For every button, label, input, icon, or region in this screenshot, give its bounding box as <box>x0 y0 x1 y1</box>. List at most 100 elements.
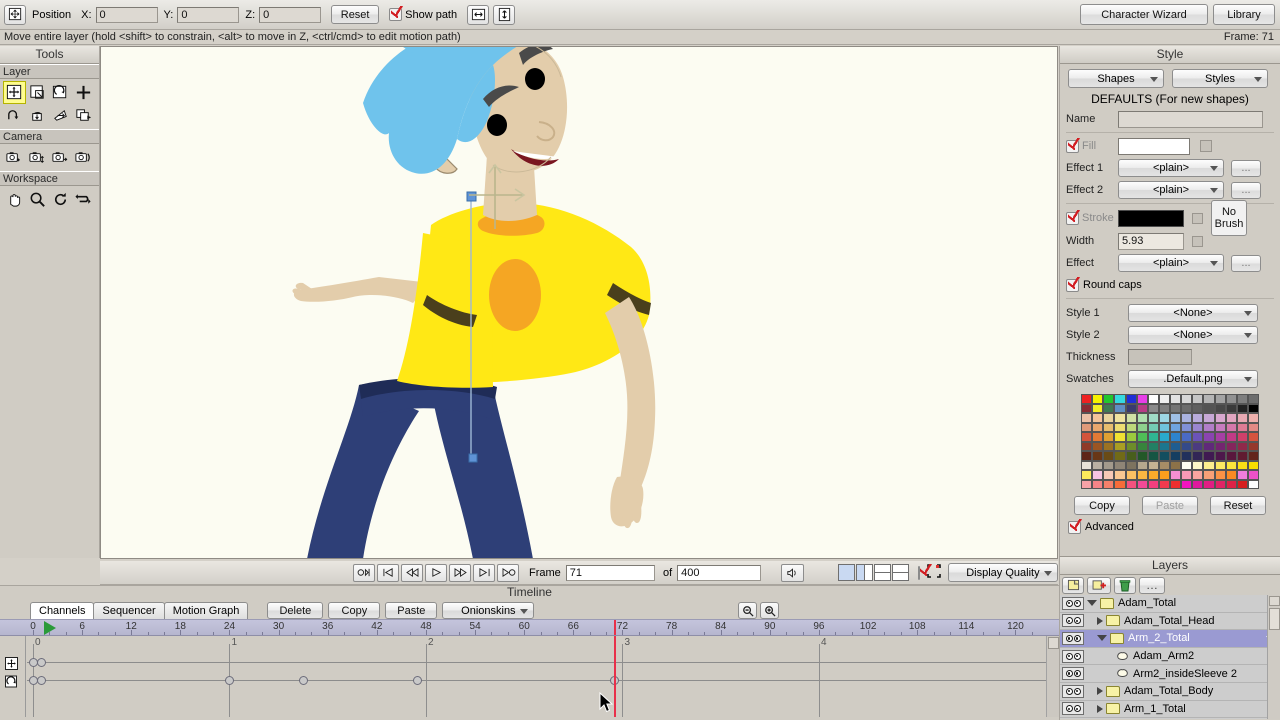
swatch-cell[interactable] <box>1103 432 1115 442</box>
swatch-cell[interactable] <box>1158 403 1170 413</box>
display-quality-dropdown[interactable]: Display Quality <box>947 563 1059 582</box>
style1-dropdown[interactable]: <None> <box>1128 304 1258 322</box>
quad-view-button[interactable] <box>891 564 909 581</box>
swatch-cell[interactable] <box>1147 460 1159 470</box>
swatch-cell[interactable] <box>1247 403 1259 413</box>
swatch-cell[interactable] <box>1203 441 1215 451</box>
paste-style-button[interactable]: Paste <box>1142 496 1198 515</box>
frame-input[interactable]: 71 <box>565 564 655 581</box>
swatch-cell[interactable] <box>1114 441 1126 451</box>
swatch-cell[interactable] <box>1236 451 1248 461</box>
layer-row[interactable]: Adam_Total <box>1060 595 1280 613</box>
swatch-cell[interactable] <box>1103 403 1115 413</box>
swatch-cell[interactable] <box>1192 460 1204 470</box>
swatch-cell[interactable] <box>1092 413 1104 423</box>
enable-view-checkbox[interactable] <box>917 565 920 580</box>
layer-row[interactable]: Adam_Total_Head <box>1060 613 1280 631</box>
swatch-cell[interactable] <box>1081 441 1093 451</box>
swatch-cell[interactable] <box>1081 432 1093 442</box>
zoom-camera-tool[interactable] <box>26 146 49 169</box>
onionskins-dropdown[interactable]: Onionskins <box>442 602 535 619</box>
swatches-dropdown[interactable]: .Default.png <box>1128 370 1258 388</box>
swatch-cell[interactable] <box>1147 422 1159 432</box>
show-path-checkbox[interactable]: Show path <box>389 6 457 21</box>
rotate-workspace-tool[interactable] <box>49 188 72 211</box>
layer-visibility-toggle[interactable] <box>1062 684 1084 698</box>
swatch-cell[interactable] <box>1236 403 1248 413</box>
keyframe-marker[interactable] <box>36 676 46 685</box>
total-frames-input[interactable]: 400 <box>677 564 761 581</box>
swatch-cell[interactable] <box>1203 394 1215 404</box>
swatch-cell[interactable] <box>1170 403 1182 413</box>
stroke-secondary-swatch[interactable] <box>1192 212 1203 224</box>
swatch-cell[interactable] <box>1236 441 1248 451</box>
go-to-end-button[interactable] <box>497 563 519 582</box>
swatch-cell[interactable] <box>1114 413 1126 423</box>
swatch-cell[interactable] <box>1225 394 1237 404</box>
advanced-checkbox[interactable]: Advanced <box>1060 515 1280 537</box>
previous-keyframe-button[interactable] <box>377 563 399 582</box>
width-input[interactable]: 5.93 <box>1118 232 1184 250</box>
fill-color-swatch[interactable] <box>1118 137 1190 155</box>
swatch-cell[interactable] <box>1236 394 1248 404</box>
set-origin-tool[interactable] <box>72 104 95 127</box>
tab-sequencer[interactable]: Sequencer <box>93 602 165 619</box>
swatch-cell[interactable] <box>1136 422 1148 432</box>
swatch-cell[interactable] <box>1236 413 1248 423</box>
canvas-viewport[interactable] <box>100 46 1058 559</box>
scale-layer-tool[interactable] <box>26 81 49 104</box>
paste-keyframes-button[interactable]: Paste <box>385 602 438 619</box>
swatch-cell[interactable] <box>1203 470 1215 480</box>
swatch-cell[interactable] <box>1247 422 1259 432</box>
swatch-cell[interactable] <box>1136 403 1148 413</box>
duplicate-layer-button[interactable] <box>1087 576 1111 594</box>
layer-options-button[interactable]: … <box>1139 576 1165 594</box>
swatch-cell[interactable] <box>1181 451 1193 461</box>
fill-secondary-swatch[interactable] <box>1200 140 1212 152</box>
round-caps-checkbox[interactable]: Round caps <box>1060 274 1280 296</box>
swatch-cell[interactable] <box>1170 479 1182 489</box>
swatch-cell[interactable] <box>1158 460 1170 470</box>
keyframe-marker[interactable] <box>224 676 234 685</box>
layer-row[interactable]: Arm2_insideSleeve 2 <box>1060 665 1280 683</box>
swatch-cell[interactable] <box>1225 422 1237 432</box>
swatch-cell[interactable] <box>1125 479 1137 489</box>
layer-expand-toggle[interactable] <box>1087 600 1097 607</box>
swatch-cell[interactable] <box>1181 460 1193 470</box>
swatch-cell[interactable] <box>1125 441 1137 451</box>
flip-horizontal-icon[interactable] <box>467 4 490 25</box>
character-wizard-button[interactable]: Character Wizard <box>1080 4 1208 25</box>
layer-expand-toggle[interactable] <box>1097 616 1103 625</box>
roll-camera-tool[interactable] <box>49 146 72 169</box>
swatch-palette[interactable] <box>1081 394 1259 489</box>
swatch-cell[interactable] <box>1125 451 1137 461</box>
swatch-cell[interactable] <box>1081 403 1093 413</box>
effect-dropdown[interactable]: <plain> <box>1118 254 1224 272</box>
swatch-cell[interactable] <box>1181 441 1193 451</box>
layer-expand-toggle[interactable] <box>1097 687 1103 696</box>
swatch-cell[interactable] <box>1192 441 1204 451</box>
swatch-cell[interactable] <box>1192 403 1204 413</box>
swatch-cell[interactable] <box>1214 479 1226 489</box>
swatch-cell[interactable] <box>1147 403 1159 413</box>
swatch-cell[interactable] <box>1214 413 1226 423</box>
swatch-cell[interactable] <box>1103 460 1115 470</box>
new-layer-button[interactable] <box>1062 576 1084 594</box>
swatch-cell[interactable] <box>1125 460 1137 470</box>
swatch-cell[interactable] <box>1081 394 1093 404</box>
shapes-dropdown[interactable]: Shapes <box>1068 69 1164 88</box>
reset-button[interactable]: Reset <box>331 5 380 24</box>
swatch-cell[interactable] <box>1136 441 1148 451</box>
swatch-cell[interactable] <box>1225 460 1237 470</box>
swatch-cell[interactable] <box>1203 479 1215 489</box>
play-button[interactable] <box>425 563 447 582</box>
swatch-cell[interactable] <box>1114 451 1126 461</box>
width-secondary-swatch[interactable] <box>1192 235 1203 247</box>
rewind-to-start-button[interactable] <box>353 563 375 582</box>
swatch-cell[interactable] <box>1125 403 1137 413</box>
swatch-cell[interactable] <box>1081 413 1093 423</box>
swatch-cell[interactable] <box>1092 422 1104 432</box>
layer-expand-toggle[interactable] <box>1097 635 1107 642</box>
step-forward-button[interactable] <box>449 563 471 582</box>
timeline-ruler[interactable]: 0 6 12 18 24 30 36 42 48 54 60 66 72 78 84 90 96 102 108 11… <box>0 619 1059 636</box>
